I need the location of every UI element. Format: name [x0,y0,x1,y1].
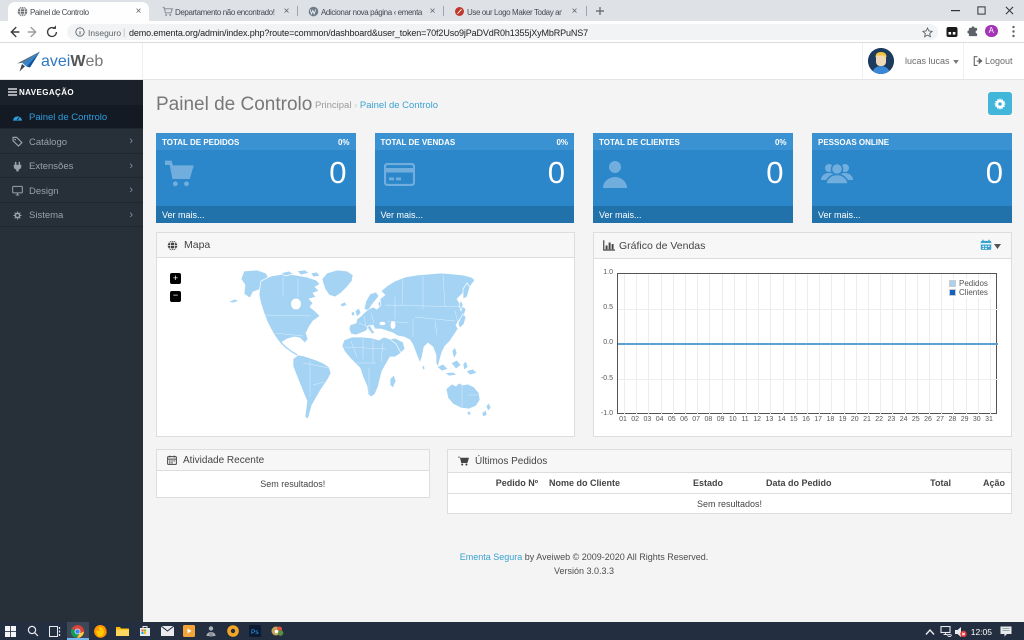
svg-text:Ps: Ps [251,629,259,636]
